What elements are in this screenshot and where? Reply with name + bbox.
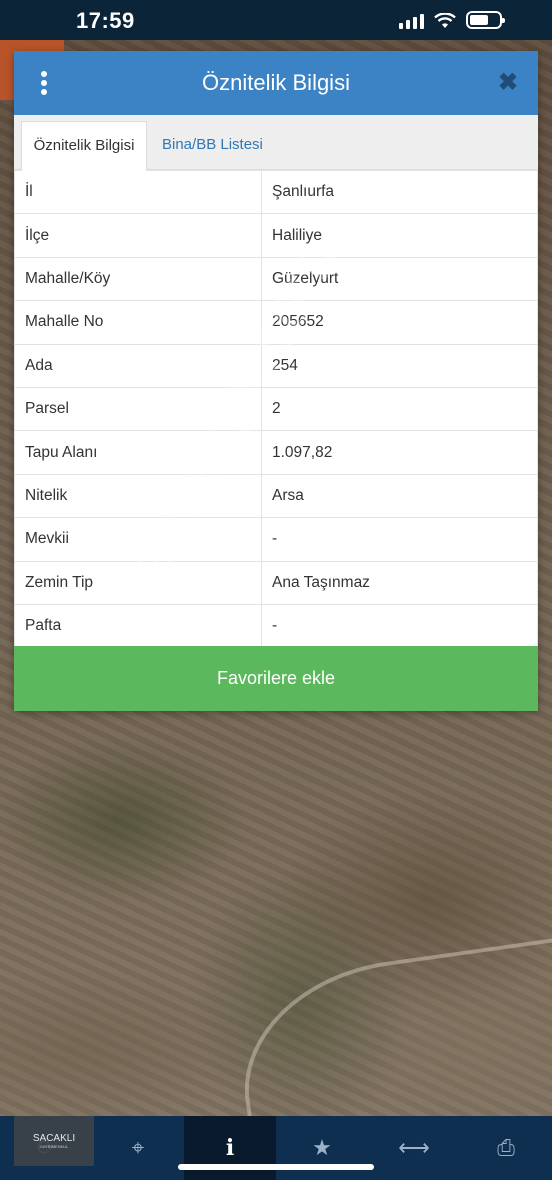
attribute-value: - — [261, 603, 538, 649]
brand-logo-sub: GAYRİMENKUL — [39, 1144, 69, 1149]
tabs-bar: Öznitelik Bilgisi Bina/BB Listesi — [14, 115, 538, 171]
attribute-key: Ada — [14, 343, 262, 388]
table-row: İlçe Haliliye — [14, 213, 538, 258]
home-indicator[interactable] — [178, 1164, 374, 1170]
attribute-key: Parsel — [14, 386, 262, 432]
attribute-key: Mahalle No — [14, 300, 262, 345]
table-row: Mahalle No 205652 — [14, 300, 538, 345]
wifi-icon — [434, 13, 456, 28]
attribute-value: - — [261, 517, 538, 562]
dialog-title: Öznitelik Bilgisi — [202, 70, 350, 95]
attribute-key: İl — [14, 169, 262, 215]
attribute-value: Şanlıurfa — [261, 169, 538, 215]
close-icon[interactable]: ✖ — [494, 69, 522, 97]
add-favorite-button[interactable]: Favorilere ekle — [14, 646, 538, 711]
attribute-value: Güzelyurt — [261, 256, 538, 302]
attribute-key: Pafta — [14, 603, 262, 649]
battery-icon — [466, 11, 505, 29]
print-button[interactable]: ⎙ — [460, 1116, 552, 1180]
table-row: Ada 254 — [14, 343, 538, 388]
table-row: Nitelik Arsa — [14, 473, 538, 519]
attribute-value: Haliliye — [261, 213, 538, 258]
print-icon: ⎙ — [497, 1135, 515, 1160]
table-row: Mahalle/Köy Güzelyurt — [14, 256, 538, 302]
table-row: Zemin Tip Ana Taşınmaz — [14, 560, 538, 605]
crosshair-icon: ⌖ — [131, 1135, 145, 1160]
signal-icon — [399, 13, 424, 29]
brand-logo-name: SACAKLI — [32, 1133, 76, 1144]
brand-logo: SACAKLI GAYRİMENKUL — [14, 1116, 94, 1166]
status-time: 17:59 — [76, 8, 135, 33]
measure-icon: ⟷ — [398, 1135, 430, 1160]
favorites-button[interactable]: ★ — [276, 1116, 368, 1180]
attribute-key: Mahalle/Köy — [14, 256, 262, 302]
attribute-key: Nitelik — [14, 473, 262, 519]
menu-dots-icon[interactable] — [34, 69, 54, 97]
table-row: Tapu Alanı 1.097,82 — [14, 430, 538, 475]
status-bar: 17:59 — [0, 0, 552, 40]
attribute-dialog: Öznitelik Bilgisi ✖ Öznitelik Bilgisi Bi… — [14, 51, 538, 711]
info-icon: i — [225, 1135, 235, 1161]
attribute-value: Arsa — [261, 473, 538, 519]
attribute-key: Tapu Alanı — [14, 430, 262, 475]
measure-button[interactable]: ⟷ — [368, 1116, 460, 1180]
attribute-table: İl Şanlıurfa İlçe Haliliye Mahalle/Köy Güzely… — [14, 169, 538, 649]
table-row: İl Şanlıurfa — [14, 169, 538, 215]
attribute-key: Mevkii — [14, 517, 262, 562]
attribute-key: Zemin Tip — [14, 560, 262, 605]
star-icon: ★ — [312, 1135, 332, 1160]
table-row: Mevkii - — [14, 517, 538, 562]
attribute-key: İlçe — [14, 213, 262, 258]
info-button[interactable]: i — [184, 1116, 276, 1180]
dialog-header: Öznitelik Bilgisi ✖ — [14, 51, 538, 115]
locate-button[interactable]: ⌖ — [92, 1116, 184, 1180]
attribute-value: 254 — [261, 343, 538, 388]
table-row: Pafta - — [14, 603, 538, 649]
attribute-value: 205652 — [261, 300, 538, 345]
attribute-value: 1.097,82 — [261, 430, 538, 475]
status-icons — [399, 11, 505, 29]
attribute-value: 2 — [261, 386, 538, 432]
tab-attribute-info[interactable]: Öznitelik Bilgisi — [21, 121, 147, 171]
attribute-value: Ana Taşınmaz — [261, 560, 538, 605]
table-row: Parsel 2 — [14, 386, 538, 432]
tab-building-list[interactable]: Bina/BB Listesi — [150, 121, 275, 171]
